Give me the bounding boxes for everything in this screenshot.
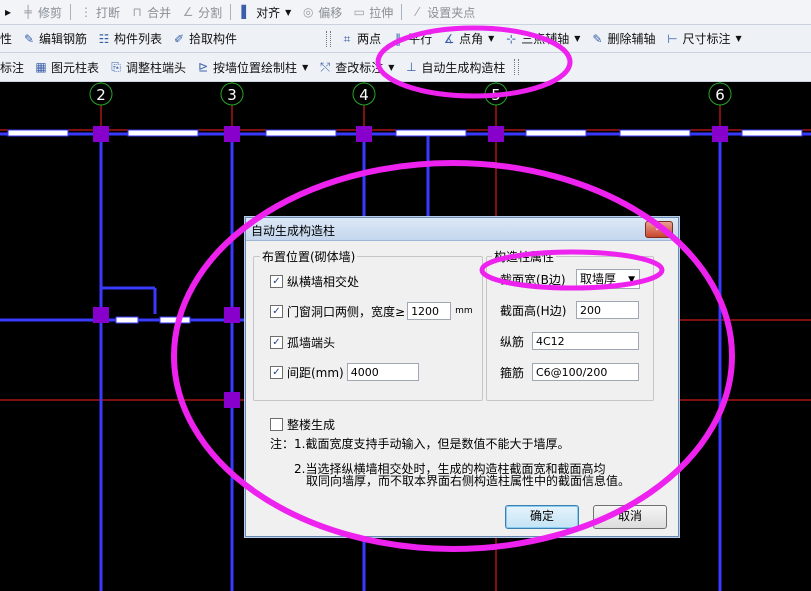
opening-option[interactable]: ✓ 门窗洞口两侧，宽度≥ 1200 mm (270, 302, 473, 320)
three-point-axis-icon: ⊹ (506, 31, 517, 46)
intersection-option[interactable]: ✓ 纵横墙相交处 (270, 273, 359, 290)
stirrup-row: 箍筋 C6@100/200 (500, 363, 639, 381)
unit-label: mm (455, 306, 473, 316)
spacing-option[interactable]: ✓ 间距(mm) 4000 (270, 363, 419, 381)
dropdown-icon: ▼ (285, 7, 292, 17)
long-rebar-row: 纵筋 4C12 (500, 332, 639, 350)
adjust-column-end-button[interactable]: ⎘ 调整柱端头 (104, 56, 191, 78)
checkbox-checked-icon[interactable]: ✓ (270, 304, 283, 318)
two-point-icon: ⌗ (343, 31, 351, 46)
section-height-input[interactable]: 200 (576, 301, 639, 319)
draw-column-by-wall-button[interactable]: ⊵ 按墙位置绘制柱 ▼ (191, 56, 313, 78)
note-line-1: 注：1.截面宽度支持手动输入，但是数值不能大于墙厚。 (270, 437, 570, 451)
dialog-title-bar[interactable]: 自动生成构造柱 ✕ (246, 218, 678, 241)
point-angle-button[interactable]: ∡ 点角 ▼ (437, 28, 499, 50)
placement-group-label: 布置位置(砌体墙) (260, 248, 358, 265)
separator (401, 4, 403, 20)
point-angle-icon: ∡ (443, 31, 455, 46)
three-point-axis-button[interactable]: ⊹ 三点辅轴 ▼ (499, 28, 585, 50)
section-width-select[interactable]: 取墙厚 ▼ (576, 269, 640, 289)
dropdown-icon: ▼ (302, 62, 309, 72)
align-icon: ▌ (241, 5, 251, 19)
isolated-end-option[interactable]: ✓ 孤墙端头 (270, 334, 335, 351)
modify-annotation-icon: ⤲ (320, 60, 331, 74)
axis-label: 4 (359, 86, 369, 104)
attribute-group-label: 构造柱属性 (492, 248, 557, 265)
checkbox-checked-icon[interactable]: ✓ (270, 275, 283, 288)
auto-construction-column-icon: ⊥ (406, 60, 417, 74)
pick-component-icon: ✐ (174, 31, 185, 46)
modify-annotation-button[interactable]: ⤲ 查改标注 ▼ (313, 56, 399, 78)
pick-component-button[interactable]: ✐ 拾取构件 (167, 28, 242, 50)
trim-button[interactable]: ╪ 修剪 (16, 1, 67, 23)
merge-icon: ⊓ (132, 5, 142, 19)
delete-aux-axis-button[interactable]: ✎ 删除辅轴 (585, 28, 660, 50)
edit-rebar-icon: ✎ (23, 31, 35, 46)
annotation-button[interactable]: 标注 (0, 56, 29, 78)
whole-floor-option[interactable]: 整楼生成 (270, 416, 335, 433)
component-list-icon: ☷ (98, 31, 110, 46)
component-list-button[interactable]: ☷ 构件列表 (92, 28, 167, 50)
auto-construction-column-button[interactable]: ⊥ 自动生成构造柱 (399, 56, 510, 78)
stretch-icon: ▭ (353, 5, 365, 19)
close-button[interactable]: ✕ (645, 221, 673, 238)
split-icon: ∠ (182, 5, 194, 19)
offset-icon: ◎ (303, 5, 314, 19)
axis-label: 6 (715, 86, 725, 104)
edit-toolbar: ▸ ╪ 修剪 ⋮ 打断 ⊓ 合并 ∠ 分割 ▌ 对齐 ▼ ◎ 偏移 ▭ 拉伸 ⁄ 设置夹点 (0, 0, 811, 25)
draw-column-by-wall-icon: ⊵ (198, 60, 209, 74)
separator (70, 4, 72, 20)
properties-button[interactable]: 性 (0, 28, 17, 50)
split-button[interactable]: ∠ 分割 (176, 1, 227, 23)
dropdown-arrow-icon: ▼ (628, 275, 635, 285)
edit-rebar-button[interactable]: ✎ 编辑钢筋 (17, 28, 92, 50)
set-grip-button[interactable]: ⁄ 设置夹点 (405, 1, 480, 23)
break-icon: ⋮ (80, 5, 93, 19)
separator (230, 4, 232, 20)
dimension-button[interactable]: ⊢ 尺寸标注 ▼ (660, 28, 746, 50)
component-toolbar: 性 ✎ 编辑钢筋 ☷ 构件列表 ✐ 拾取构件 ⌗ 两点 ‖ 平行 ∡ 点角 ▼ ⊹ 三点辅轴 ▼ … (0, 25, 811, 53)
column-toolbar: 标注 ▦ 图元柱表 ⎘ 调整柱端头 ⊵ 按墙位置绘制柱 ▼ ⤲ 查改标注 ▼ ⊥ 自动生成构造… (0, 53, 811, 82)
note-line-2b: 取同向墙厚，而不取本界面右侧构造柱属性中的截面信息值。 (306, 474, 631, 488)
axis-label: 2 (96, 86, 106, 104)
axis-label: 5 (491, 86, 501, 104)
dropdown-icon: ▼ (574, 34, 581, 43)
opening-width-input[interactable]: 1200 (407, 302, 452, 320)
dropdown-icon: ▼ (735, 34, 742, 43)
parallel-icon: ‖ (395, 31, 402, 46)
element-column-table-button[interactable]: ▦ 图元柱表 (29, 56, 104, 78)
checkbox-unchecked-icon[interactable] (270, 418, 283, 431)
cancel-button[interactable]: 取消 (593, 505, 667, 529)
offset-button[interactable]: ◎ 偏移 (296, 1, 347, 23)
axis-label: 3 (227, 86, 237, 104)
checkbox-checked-icon[interactable]: ✓ (270, 336, 283, 349)
two-point-button[interactable]: ⌗ 两点 (335, 28, 386, 50)
long-rebar-input[interactable]: 4C12 (532, 332, 639, 350)
stirrup-input[interactable]: C6@100/200 (532, 363, 639, 381)
auto-construction-column-dialog: 自动生成构造柱 ✕ 布置位置(砌体墙) ✓ 纵横墙相交处 ✓ 门窗洞口两侧，宽度… (245, 217, 679, 537)
section-height-row: 截面高(H边) 200 (500, 301, 639, 319)
delete-aux-axis-icon: ✎ (592, 31, 603, 46)
break-button[interactable]: ⋮ 打断 (74, 1, 125, 23)
stretch-button[interactable]: ▭ 拉伸 (347, 1, 398, 23)
trim-icon: ╪ (24, 5, 32, 19)
align-button[interactable]: ▌ 对齐 ▼ (234, 1, 296, 23)
merge-button[interactable]: ⊓ 合并 (125, 1, 176, 23)
ok-button[interactable]: 确定 (505, 505, 579, 529)
toolbar-overflow[interactable]: ▸ (0, 1, 16, 23)
adjust-column-end-icon: ⎘ (111, 60, 121, 74)
parallel-button[interactable]: ‖ 平行 (386, 28, 437, 50)
dropdown-icon: ▼ (388, 62, 395, 72)
set-grip-icon: ⁄ (416, 5, 419, 19)
spacing-input[interactable]: 4000 (346, 363, 419, 381)
section-width-row: 截面宽(B边) 取墙厚 ▼ (500, 269, 640, 289)
toolbar-grip[interactable] (514, 59, 520, 75)
checkbox-checked-icon[interactable]: ✓ (270, 365, 283, 379)
toolbar-grip[interactable] (326, 30, 332, 47)
dimension-icon: ⊢ (667, 31, 678, 46)
element-column-table-icon: ▦ (35, 60, 47, 74)
dropdown-icon: ▼ (488, 34, 495, 43)
dialog-title: 自动生成构造柱 (251, 224, 336, 238)
